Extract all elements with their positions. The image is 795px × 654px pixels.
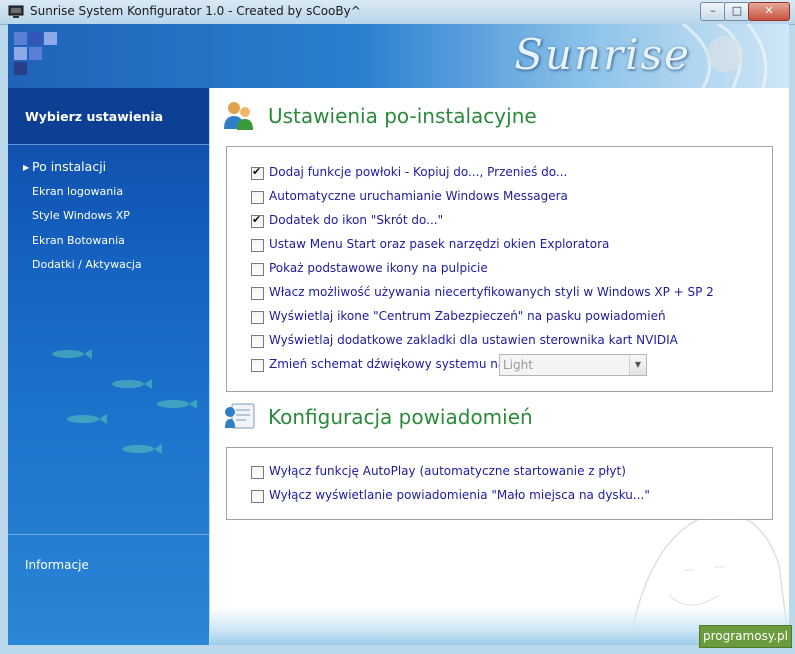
checkbox[interactable]	[251, 335, 264, 348]
chevron-down-icon[interactable]: ▼	[629, 355, 646, 375]
option-label: Wyłącz wyświetlanie powiadomienia "Mało …	[269, 488, 650, 502]
option-label: Dodatek do ikon "Skrót do..."	[269, 213, 444, 227]
notification-options: Wyłącz funkcję AutoPlay (automatyczne st…	[226, 447, 773, 520]
checkbox[interactable]	[251, 359, 264, 372]
option-label: Pokaż podstawowe ikony na pulpicie	[269, 261, 488, 275]
checkbox[interactable]	[251, 263, 264, 276]
sound-scheme-select[interactable]: Light ▼	[499, 354, 647, 376]
checkbox[interactable]	[251, 466, 264, 479]
sidebar-item-dodatki[interactable]: Dodatki / Aktywacja	[8, 258, 209, 283]
arrow-right-icon: ▶	[23, 163, 30, 172]
sidebar-nav: ▶ Po instalacji Ekran logowania Style Wi…	[8, 160, 209, 283]
users-icon	[224, 102, 253, 130]
checkbox[interactable]	[251, 213, 264, 228]
sound-scheme-value: Light	[503, 358, 533, 372]
option-label: Ustaw Menu Start oraz pasek narzędzi oki…	[269, 237, 610, 251]
title-bar[interactable]: Sunrise System Konfigurator 1.0 - Create…	[0, 0, 795, 25]
sidebar-item-label: Style Windows XP	[32, 209, 130, 222]
checkbox[interactable]	[251, 239, 264, 252]
checkbox[interactable]	[251, 311, 264, 324]
checkbox[interactable]	[251, 490, 264, 503]
option-sound-scheme[interactable]: Zmień schemat dźwiękowy systemu na : Lig…	[251, 354, 671, 376]
notification-settings-icon	[225, 403, 255, 429]
section-title: Ustawienia po-instalacyjne	[268, 104, 537, 128]
fish-decoration	[112, 379, 152, 389]
sidebar-item-label: Ekran Botowania	[32, 233, 125, 247]
checkbox[interactable]	[251, 287, 264, 300]
fish-decoration	[157, 399, 197, 409]
fish-decoration	[52, 349, 92, 359]
checkbox[interactable]	[251, 165, 264, 180]
sidebar-item-label: Ekran logowania	[32, 184, 124, 198]
option-label: Automatyczne uruchamianie Windows Messag…	[269, 189, 568, 203]
option-label: Wyświetlaj ikone "Centrum Zabezpieczeń" …	[269, 309, 666, 323]
sidebar-item-ekran-botowania[interactable]: Ekran Botowania	[8, 234, 209, 259]
sidebar-item-style-windows-xp[interactable]: Style Windows XP	[8, 209, 209, 234]
window-title: Sunrise System Konfigurator 1.0 - Create…	[30, 4, 361, 18]
sidebar-header: Wybierz ustawienia	[8, 88, 209, 145]
option-label: Włacz możliwość używania niecertyfikowan…	[269, 285, 714, 299]
app-window: Sunrise System Konfigurator 1.0 - Create…	[0, 0, 795, 654]
main-panel: Ustawienia po-instalacyjne Dodaj funkcje…	[210, 88, 789, 645]
sidebar: Wybierz ustawienia ▶ Po instalacji Ekran…	[8, 88, 209, 645]
checkbox[interactable]	[251, 191, 264, 204]
option-label: Wyświetlaj dodatkowe zakladki dla ustawi…	[269, 333, 678, 347]
maximize-button[interactable]: □	[724, 2, 750, 21]
sidebar-item-ekran-logowania[interactable]: Ekran logowania	[8, 185, 209, 210]
minimize-button[interactable]: –	[700, 2, 726, 21]
watermark: programosy.pl	[699, 625, 792, 648]
close-button[interactable]: ✕	[748, 2, 790, 21]
option-label: Zmień schemat dźwiękowy systemu na :	[269, 357, 514, 371]
sidebar-item-label: Dodatki / Aktywacja	[32, 258, 142, 271]
anime-illustration	[682, 24, 768, 88]
section-title: Konfiguracja powiadomień	[268, 405, 533, 429]
info-link[interactable]: Informacje	[25, 558, 89, 572]
sidebar-item-label: Po instalacji	[32, 159, 107, 174]
sidebar-divider	[8, 534, 209, 535]
option-label: Wyłącz funkcję AutoPlay (automatyczne st…	[269, 464, 626, 478]
fish-decoration	[67, 414, 107, 424]
option-label: Dodaj funkcje powłoki - Kopiuj do..., Pr…	[269, 165, 568, 179]
sidebar-item-po-instalacji[interactable]: ▶ Po instalacji	[8, 160, 209, 185]
header-banner: Sunrise	[8, 24, 789, 88]
app-icon	[8, 5, 24, 18]
fish-decoration	[122, 444, 162, 454]
post-install-options: Dodaj funkcje powłoki - Kopiuj do..., Pr…	[226, 146, 773, 392]
sidebar-title: Wybierz ustawienia	[25, 109, 164, 124]
